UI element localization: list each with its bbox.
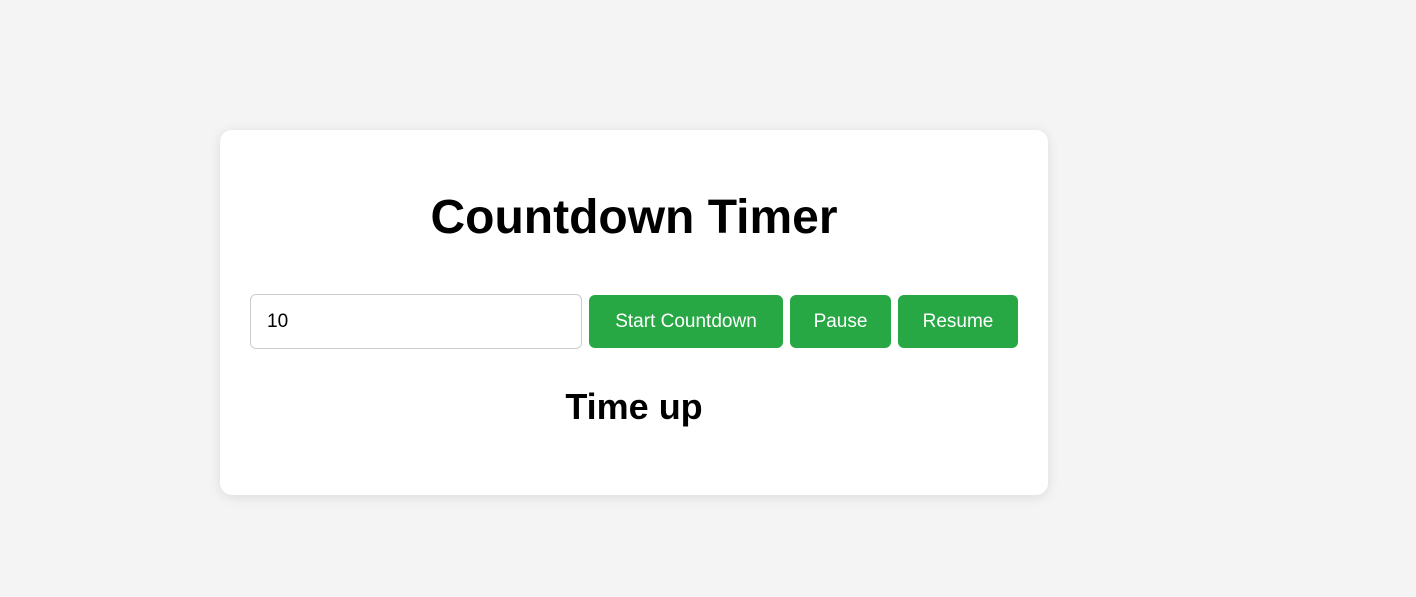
timer-status: Time up xyxy=(565,386,703,427)
page-title: Countdown Timer xyxy=(430,191,838,244)
pause-button[interactable]: Pause xyxy=(790,295,891,348)
start-countdown-button[interactable]: Start Countdown xyxy=(589,295,783,348)
resume-button[interactable]: Resume xyxy=(898,295,1018,348)
timer-card: Countdown Timer Start Countdown Pause Re… xyxy=(220,130,1048,495)
timer-controls: Start Countdown Pause Resume xyxy=(250,294,1018,349)
seconds-input[interactable] xyxy=(250,294,582,349)
